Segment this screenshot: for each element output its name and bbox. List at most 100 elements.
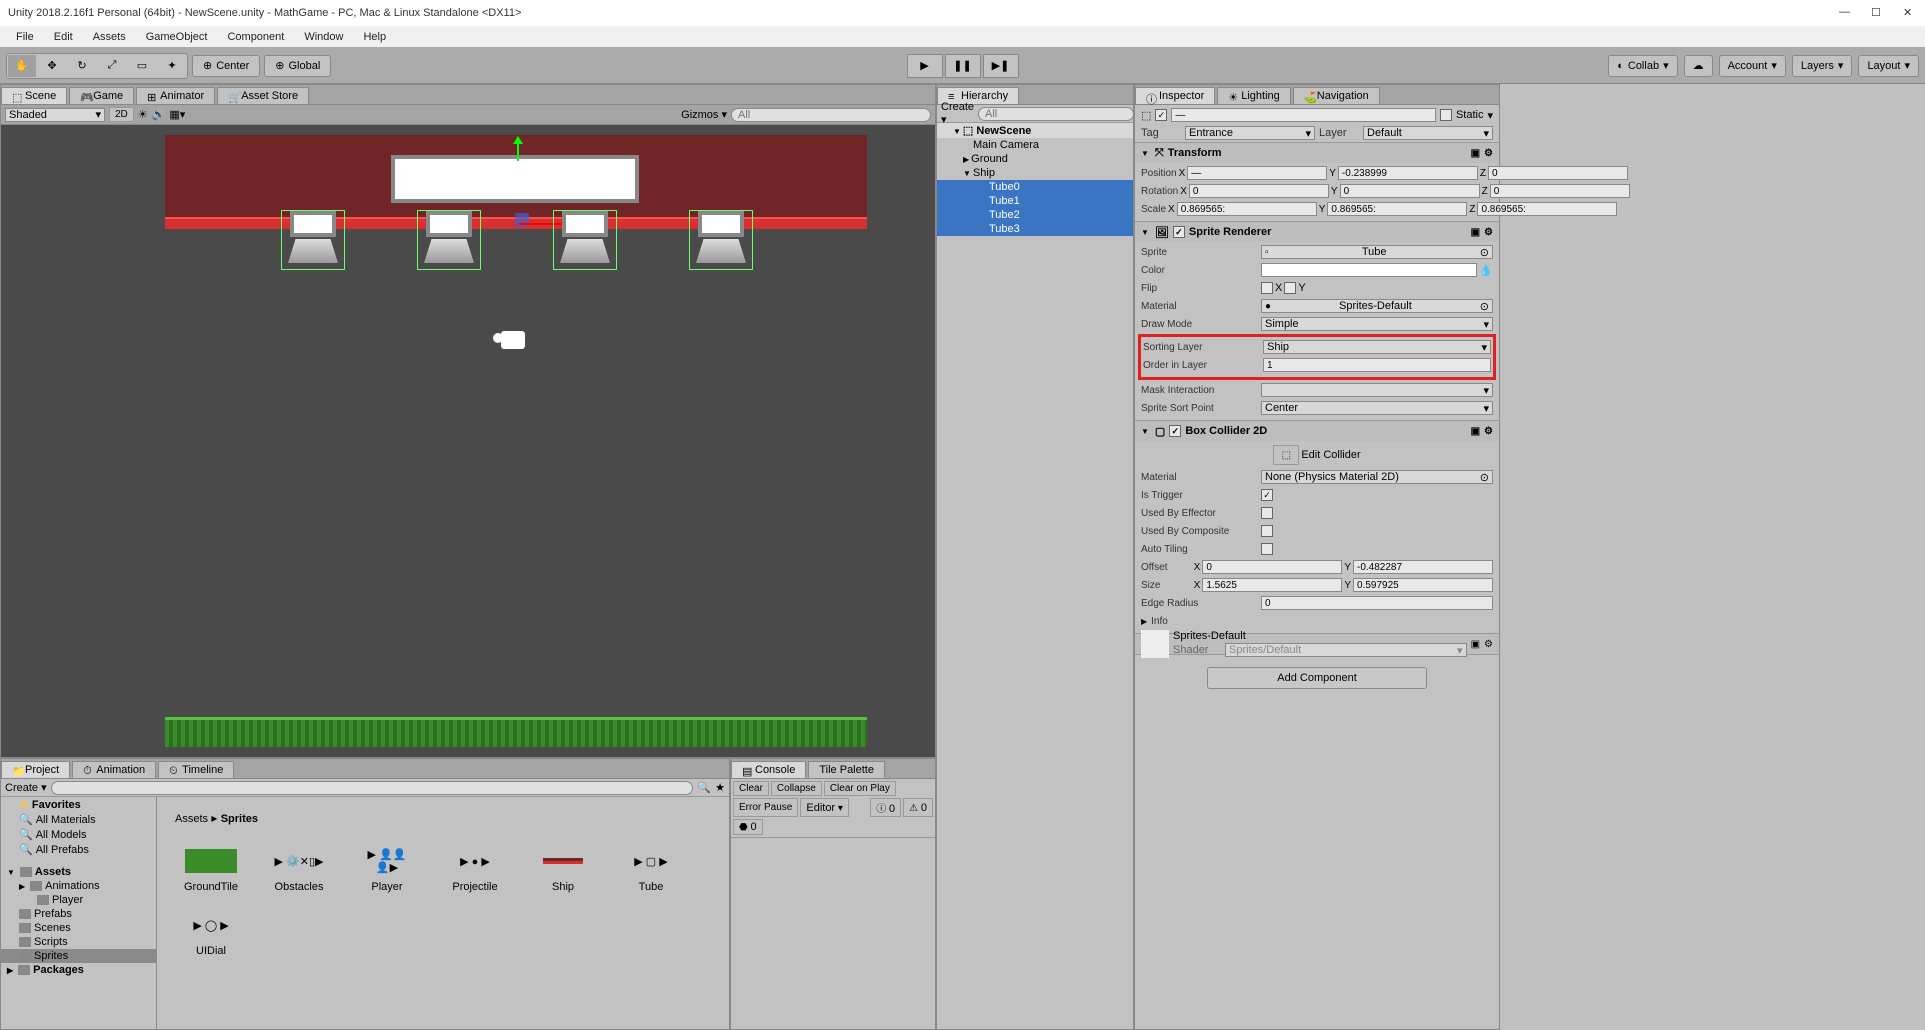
tube0-sprite[interactable] [281, 210, 345, 270]
hierarchy-main-camera[interactable]: Main Camera [937, 138, 1133, 152]
folder-player[interactable]: Player [1, 893, 156, 907]
tab-animation[interactable]: ⏱Animation [72, 761, 156, 778]
folder-scenes[interactable]: Scenes [1, 921, 156, 935]
asset-groundtile[interactable]: GroundTile [177, 849, 245, 893]
packages-folder[interactable]: Packages [1, 963, 156, 977]
mode-2d-toggle[interactable]: 2D [109, 107, 134, 122]
filter-icon[interactable]: 🔍 [697, 781, 711, 794]
hierarchy-ground[interactable]: Ground [937, 152, 1133, 166]
help-icon[interactable]: ▣ [1471, 227, 1480, 238]
shader-dropdown[interactable]: Sprites/Default▾ [1225, 643, 1467, 657]
gizmos-dropdown[interactable]: Gizmos ▾ [681, 108, 727, 121]
hierarchy-tube3[interactable]: Tube3 [937, 222, 1133, 236]
scene-view[interactable] [1, 125, 935, 757]
console-clear-on-play-button[interactable]: Clear on Play [824, 781, 896, 796]
console-collapse-button[interactable]: Collapse [771, 781, 822, 796]
menu-edit[interactable]: Edit [46, 29, 81, 45]
rotate-tool-icon[interactable]: ↻ [68, 55, 96, 77]
menu-gameobject[interactable]: GameObject [138, 29, 216, 45]
flip-x-checkbox[interactable] [1261, 282, 1273, 294]
transform-tool-icon[interactable]: ✦ [158, 55, 186, 77]
gear-icon[interactable]: ⚙ [1484, 227, 1493, 238]
assets-folder[interactable]: Assets [1, 865, 156, 879]
help-icon[interactable]: ▣ [1471, 426, 1480, 437]
space-toggle[interactable]: ⊕ Global [264, 55, 331, 77]
gear-icon[interactable]: ⚙ [1484, 426, 1493, 437]
tube2-sprite[interactable] [553, 210, 617, 270]
hierarchy-scene[interactable]: ⬚ NewScene [937, 123, 1133, 138]
gizmo-y-axis-icon[interactable] [517, 137, 519, 161]
help-icon[interactable]: ▣ [1471, 639, 1480, 650]
console-editor-dropdown[interactable]: Editor ▾ [800, 798, 849, 817]
minimize-icon[interactable]: — [1839, 6, 1853, 20]
asset-player[interactable]: ▶ 👤👤👤▶Player [353, 849, 421, 893]
box-collider-enabled-checkbox[interactable]: ✓ [1169, 425, 1181, 437]
cloud-button-icon[interactable]: ☁ [1684, 55, 1713, 77]
tube1-sprite[interactable] [417, 210, 481, 270]
rotation-x-input[interactable] [1189, 184, 1329, 198]
pause-button-icon[interactable]: ❚❚ [945, 54, 981, 78]
tube3-sprite[interactable] [689, 210, 753, 270]
bc-material-field[interactable]: None (Physics Material 2D)⊙ [1261, 470, 1493, 484]
error-count-icon[interactable]: ⬣ 0 [733, 819, 763, 835]
is-trigger-checkbox[interactable]: ✓ [1261, 489, 1273, 501]
tab-navigation[interactable]: ⛳Navigation [1293, 87, 1380, 104]
material-field[interactable]: ● Sprites-Default⊙ [1261, 299, 1493, 313]
scale-y-input[interactable] [1327, 202, 1467, 216]
hierarchy-tube0[interactable]: Tube0 [937, 180, 1133, 194]
console-error-pause-button[interactable]: Error Pause [733, 798, 798, 817]
menu-assets[interactable]: Assets [85, 29, 134, 45]
breadcrumb[interactable]: Assets ▸ Sprites [167, 807, 719, 829]
mask-interaction-dropdown[interactable]: ▾ [1261, 383, 1493, 397]
help-icon[interactable]: ▣ [1471, 148, 1480, 159]
menu-help[interactable]: Help [355, 29, 394, 45]
position-z-input[interactable] [1488, 166, 1628, 180]
warn-count-icon[interactable]: ⚠ 0 [903, 798, 933, 817]
play-button-icon[interactable]: ▶ [907, 54, 943, 78]
draw-mode-dropdown[interactable]: Simple▾ [1261, 317, 1493, 331]
size-x-input[interactable] [1202, 578, 1342, 592]
hierarchy-search-input[interactable] [978, 107, 1134, 121]
edit-collider-button-icon[interactable]: ⬚ [1273, 445, 1299, 465]
collab-dropdown[interactable]: ◐ Collab ▾ [1608, 55, 1677, 77]
used-by-effector-checkbox[interactable] [1261, 507, 1273, 519]
tab-scene[interactable]: ⬚Scene [1, 87, 67, 104]
sprite-sort-point-dropdown[interactable]: Center▾ [1261, 401, 1493, 415]
hand-tool-icon[interactable]: ✋ [8, 55, 36, 77]
account-dropdown[interactable]: Account ▾ [1719, 55, 1786, 77]
folder-scripts[interactable]: Scripts [1, 935, 156, 949]
sprite-field[interactable]: ▫ Tube⊙ [1261, 245, 1493, 259]
sprite-renderer-enabled-checkbox[interactable]: ✓ [1173, 226, 1185, 238]
edge-radius-input[interactable] [1261, 596, 1493, 610]
color-field[interactable] [1261, 263, 1477, 277]
tab-tile-palette[interactable]: Tile Palette [808, 761, 885, 778]
folder-prefabs[interactable]: Prefabs [1, 907, 156, 921]
tab-game[interactable]: 🎮Game [69, 87, 134, 104]
asset-obstacles[interactable]: ▶ ⚙️✕▯▶Obstacles [265, 849, 333, 893]
hierarchy-tube2[interactable]: Tube2 [937, 208, 1133, 222]
order-in-layer-input[interactable] [1263, 358, 1491, 372]
sorting-layer-dropdown[interactable]: Ship▾ [1263, 340, 1491, 354]
step-button-icon[interactable]: ▶❚ [983, 54, 1019, 78]
offset-x-input[interactable] [1202, 560, 1342, 574]
layout-dropdown[interactable]: Layout ▾ [1858, 55, 1919, 77]
flip-y-checkbox[interactable] [1284, 282, 1296, 294]
fav-all-prefabs[interactable]: 🔍All Prefabs [1, 842, 156, 857]
audio-icon[interactable]: 🔊 [152, 108, 166, 121]
project-create-dropdown[interactable]: Create ▾ [5, 781, 47, 794]
rotation-y-input[interactable] [1340, 184, 1480, 198]
position-x-input[interactable] [1187, 166, 1327, 180]
asset-projectile[interactable]: ▶ ● ▶Projectile [441, 849, 509, 893]
tab-lighting[interactable]: ☀Lighting [1217, 87, 1291, 104]
scale-x-input[interactable] [1177, 202, 1317, 216]
folder-animations[interactable]: Animations [1, 879, 156, 893]
favorites-header[interactable]: ★Favorites [1, 797, 156, 812]
tab-inspector[interactable]: ⓘInspector [1135, 87, 1215, 104]
folder-sprites[interactable]: Sprites [1, 949, 156, 963]
fav-all-materials[interactable]: 🔍All Materials [1, 812, 156, 827]
info-count-icon[interactable]: ⓘ 0 [870, 798, 901, 817]
size-y-input[interactable] [1353, 578, 1493, 592]
tab-animator[interactable]: ⊞Animator [136, 87, 215, 104]
active-checkbox[interactable]: ✓ [1155, 109, 1167, 121]
save-search-icon[interactable]: ★ [715, 781, 725, 794]
